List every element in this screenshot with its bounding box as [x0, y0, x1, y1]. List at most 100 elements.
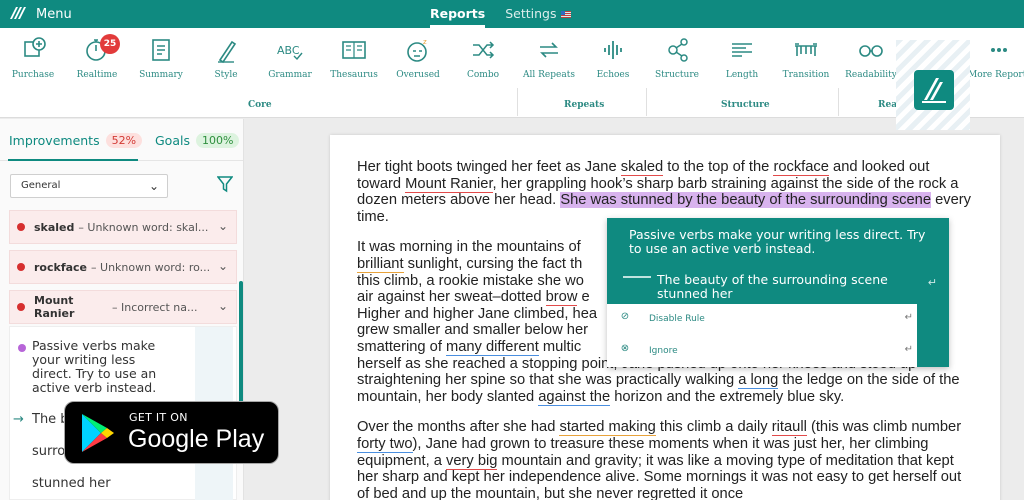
menu-button[interactable]: Menu: [8, 5, 72, 23]
menu-label: Menu: [36, 6, 72, 22]
tab-improvements[interactable]: Improvements 52%: [9, 133, 143, 148]
tool-label: Thesaurus: [330, 70, 378, 80]
tab-settings[interactable]: Settings: [505, 0, 571, 28]
top-bar: Menu Reports Settings: [0, 0, 1024, 28]
tool-transition[interactable]: Transition: [775, 36, 837, 80]
chevron-down-icon[interactable]: ⌄: [218, 219, 228, 233]
issue-item[interactable]: skaled – Unknown word: skal... ⌄: [9, 210, 237, 244]
tool-label: Grammar: [268, 70, 312, 80]
soundwave-icon: [604, 41, 622, 59]
ignore-button[interactable]: ⊗ Ignore ↵: [617, 336, 917, 366]
app-logo-icon: [10, 7, 26, 19]
tool-label: All Repeats: [523, 70, 575, 80]
group-label-readability: Rea: [878, 100, 898, 110]
flagged-word[interactable]: a long: [738, 372, 779, 390]
google-play-badge[interactable]: GET IT ON Google Play: [64, 401, 279, 464]
tool-label: Summary: [139, 70, 183, 80]
disable-rule-button[interactable]: ⊘ Disable Rule ↵: [617, 304, 917, 334]
ruler-lines-icon: [732, 43, 752, 57]
panel-message: Passive verbs make your writing less dir…: [32, 338, 157, 395]
tool-label: Overused: [396, 70, 440, 80]
tool-grammar[interactable]: ABC Grammar: [259, 36, 321, 80]
select-value: General: [21, 180, 61, 191]
shuffle-icon: [473, 41, 495, 59]
tool-label: Style: [214, 70, 238, 80]
badge-store-name: Google Play: [128, 425, 265, 453]
chevron-down-icon[interactable]: ⌄: [218, 299, 228, 313]
goals-count: 100%: [195, 133, 240, 148]
return-key-icon: ↵: [927, 276, 937, 289]
glasses-icon: [859, 45, 883, 57]
eye-off-icon: ⊘: [620, 311, 630, 322]
issue-item[interactable]: rockface – Unknown word: ro... ⌄: [9, 250, 237, 284]
tool-realtime[interactable]: 25 Realtime: [66, 34, 128, 80]
issue-description: – Unknown word: skal...: [78, 220, 209, 234]
tool-structure[interactable]: Structure: [646, 36, 708, 80]
google-play-icon: [82, 414, 114, 452]
issue-item[interactable]: Mount Ranier – Incorrect na... ⌄: [9, 290, 237, 324]
tool-overused[interactable]: z Overused: [387, 36, 449, 80]
prowritingaid-logo-icon: [914, 70, 954, 110]
tool-label: Combo: [466, 70, 500, 80]
bridge-icon: [795, 43, 817, 56]
filter-icon[interactable]: [217, 175, 233, 193]
flagged-word[interactable]: ritaull: [771, 419, 807, 437]
action-label: Ignore: [649, 346, 678, 356]
suggestion-popup: Passive verbs make your writing less dir…: [607, 218, 949, 367]
realtime-badge: 25: [100, 34, 120, 54]
tool-purchase[interactable]: Purchase: [2, 36, 64, 80]
issue-word: skaled: [34, 220, 75, 234]
paragraph: Over the months after she had started ma…: [357, 419, 962, 500]
highlighted-passive-sentence[interactable]: She was stunned by the beauty of the sur…: [560, 192, 932, 209]
issue-word: Mount Ranier: [34, 294, 75, 320]
tool-combo[interactable]: Combo: [452, 36, 514, 80]
tool-label: Readability: [845, 70, 897, 80]
chevron-down-icon[interactable]: ⌄: [218, 259, 228, 273]
group-label-repeats: Repeats: [564, 100, 605, 110]
flagged-word[interactable]: many different: [445, 338, 539, 356]
book-icon: [342, 41, 366, 59]
ignore-circle-icon: ⊗: [620, 343, 630, 354]
flagged-word[interactable]: forty two: [357, 435, 413, 453]
flagged-word[interactable]: Mount Ranier: [405, 175, 493, 193]
return-key-icon: ↵: [904, 344, 913, 355]
return-key-icon: ↵: [904, 312, 913, 323]
flagged-word[interactable]: brilliant: [357, 255, 404, 273]
replacement-suggestion[interactable]: The beauty of the surrounding scene stun…: [657, 273, 907, 301]
brand-logo-overlay: [896, 40, 970, 130]
error-dot-icon: [17, 223, 25, 231]
sleepy-face-icon: z: [407, 38, 427, 62]
issue-word: rockface: [34, 260, 88, 274]
tab-reports[interactable]: Reports: [430, 0, 486, 28]
arrow-right-icon: →: [13, 412, 24, 427]
tab-goals[interactable]: Goals 100%: [155, 133, 240, 148]
tab-label: Goals: [155, 133, 190, 148]
group-label-structure: Structure: [721, 100, 770, 110]
reports-toolbar: Purchase 25 Realtime Summary Style ABC G…: [0, 28, 1024, 118]
tool-label: Echoes: [596, 70, 630, 80]
plus-circle-icon: [24, 37, 46, 57]
tool-more-reports[interactable]: More Reports: [968, 36, 1024, 80]
tool-label: Structure: [655, 70, 699, 80]
flagged-word[interactable]: started making: [559, 419, 656, 437]
category-select[interactable]: General ⌄: [10, 174, 168, 198]
tool-thesaurus[interactable]: Thesaurus: [323, 36, 385, 80]
tool-length[interactable]: Length: [711, 36, 773, 80]
flagged-word[interactable]: against the: [538, 388, 611, 406]
tool-all-repeats[interactable]: All Repeats: [518, 36, 580, 80]
tool-summary[interactable]: Summary: [130, 36, 192, 80]
suggestion-line[interactable]: stunned her: [32, 476, 111, 491]
flagged-word[interactable]: very big: [446, 452, 498, 470]
chevron-down-icon: ⌄: [148, 179, 159, 193]
popup-message: Passive verbs make your writing less dir…: [629, 227, 926, 256]
suggestion-line[interactable]: surro: [32, 444, 65, 459]
flagged-word[interactable]: rockface: [773, 159, 829, 176]
flagged-word[interactable]: brow: [545, 289, 578, 307]
tool-readability[interactable]: Readability: [840, 36, 902, 80]
tool-label: Transition: [782, 70, 830, 80]
svg-text:ABC: ABC: [277, 44, 300, 57]
top-tabs: Reports Settings: [430, 0, 571, 28]
tool-echoes[interactable]: Echoes: [582, 36, 644, 80]
tool-style[interactable]: Style: [195, 36, 257, 80]
flagged-word[interactable]: skaled: [620, 159, 664, 176]
